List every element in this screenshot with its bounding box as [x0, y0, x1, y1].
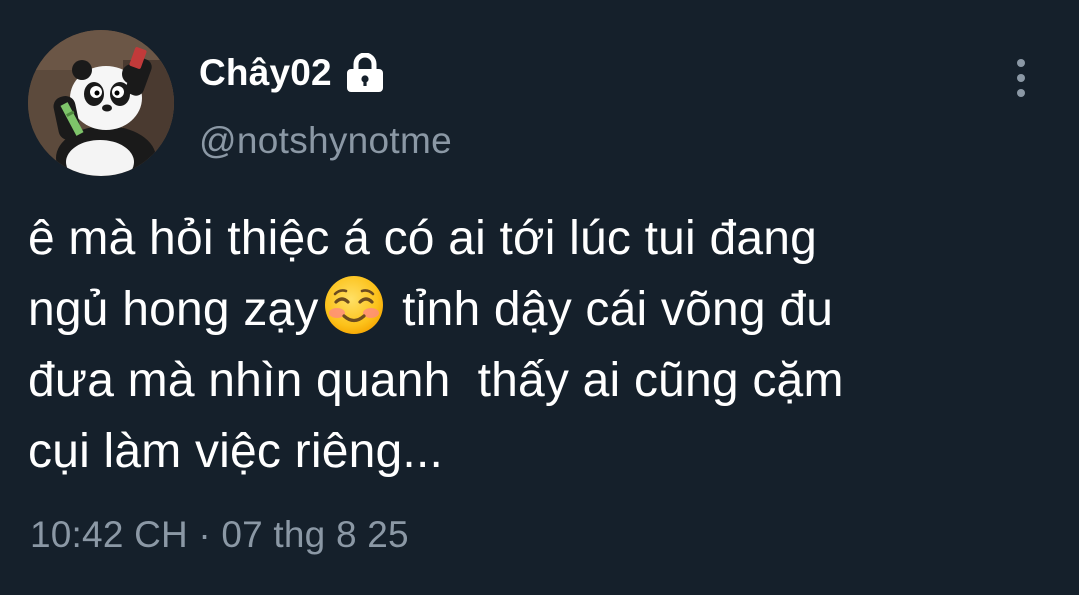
author-handle[interactable]: @notshynotme: [199, 120, 452, 162]
more-options-button[interactable]: [1003, 55, 1039, 101]
more-vertical-icon: [1017, 59, 1025, 67]
tweet-text-line-2b: tỉnh dậy cái võng đu: [388, 283, 834, 336]
lock-icon: [342, 52, 388, 93]
more-vertical-icon-dot-2: [1017, 74, 1025, 82]
author-display-name[interactable]: Chây02: [199, 52, 332, 94]
tweet-text-line-1: ê mà hỏi thiệc á có ai tới lúc tui đang: [28, 212, 818, 265]
tweet-timestamp[interactable]: 10:42 CH · 07 thg 8 25: [30, 514, 409, 556]
tweet-text-line-2a: ngủ hong zạy: [28, 283, 319, 336]
avatar[interactable]: [28, 30, 174, 176]
tweet-text-line-3: đưa mà nhìn quanh thấy ai cũng cặm: [28, 354, 844, 407]
more-vertical-icon-dot-3: [1017, 89, 1025, 97]
tweet-text-line-4: cụi làm việc riêng...: [28, 425, 444, 478]
panda-avatar-image: [28, 30, 174, 176]
tweet-body: ê mà hỏi thiệc á có ai tới lúc tui đang …: [28, 203, 1048, 487]
tweet-text-line-2: ngủ hong zạy tỉnh dậy cái võng đu: [28, 274, 1048, 345]
tweet-card: Chây02 @notshynotme ê mà hỏi thiệc á có …: [0, 0, 1079, 595]
author-name-row: Chây02: [199, 48, 388, 98]
smiling-face-with-blush-emoji-icon: [319, 275, 389, 335]
